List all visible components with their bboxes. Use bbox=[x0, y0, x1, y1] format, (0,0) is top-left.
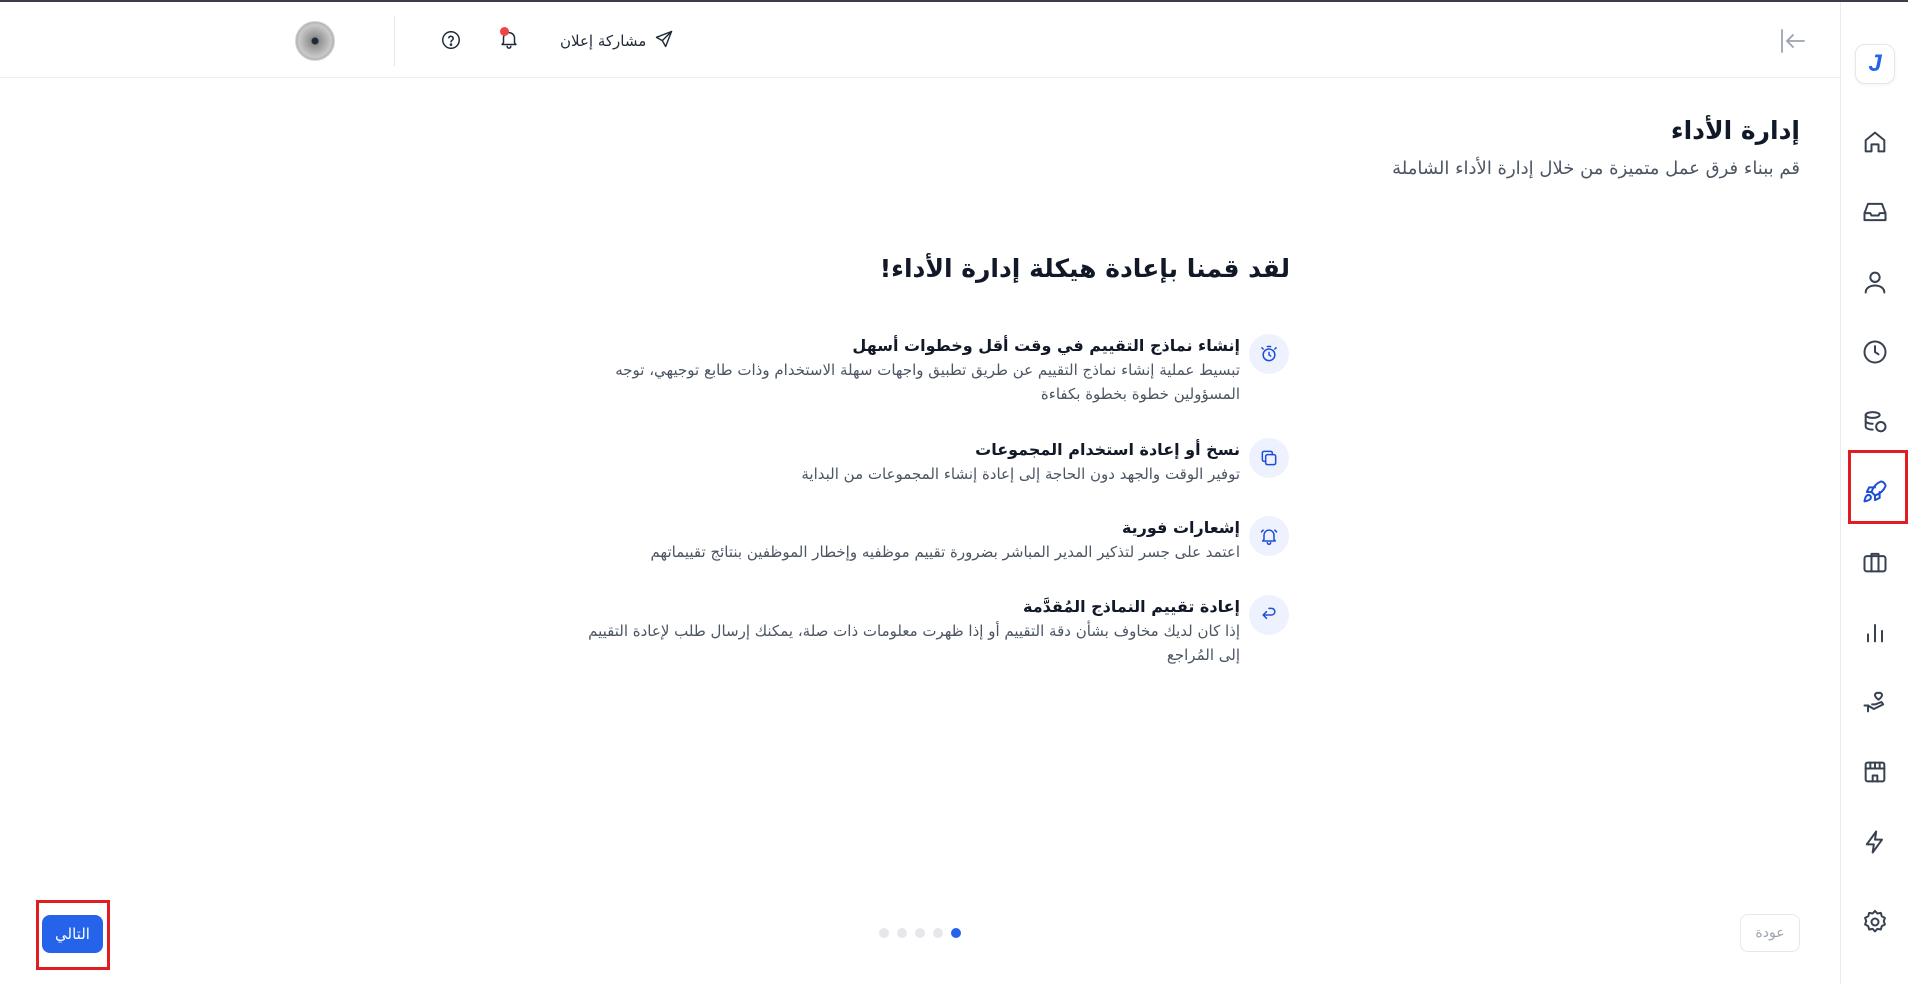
share-announcement-button[interactable]: مشاركة إعلان bbox=[560, 28, 674, 54]
step-dot-active bbox=[951, 928, 961, 938]
feature-title: إشعارات فورية bbox=[1121, 518, 1240, 537]
step-dot bbox=[879, 928, 889, 938]
undo-icon bbox=[1249, 595, 1289, 635]
feature-title: إعادة تقييم النماذج المُقدَّمة bbox=[1022, 597, 1240, 616]
back-button[interactable]: عودة bbox=[1740, 914, 1800, 952]
sidebar: J bbox=[1840, 2, 1908, 984]
page-title: إدارة الأداء bbox=[1670, 116, 1800, 145]
feature-description: إذا كان لديك مخاوف بشأن دقة التقييم أو إ… bbox=[588, 622, 1240, 640]
feature-title: نسخ أو إعادة استخدام المجموعات bbox=[975, 440, 1240, 459]
step-indicator bbox=[879, 928, 961, 938]
home-icon[interactable] bbox=[1857, 124, 1893, 160]
feature-item: نسخ أو إعادة استخدام المجموعات توفير الو… bbox=[480, 438, 1240, 486]
collapse-sidebar-icon[interactable] bbox=[1778, 26, 1808, 56]
notifications-bell-icon[interactable] bbox=[498, 27, 522, 52]
step-dot bbox=[897, 928, 907, 938]
user-icon[interactable] bbox=[1857, 264, 1893, 300]
highlight-box-rocket bbox=[1848, 450, 1908, 524]
help-icon[interactable] bbox=[440, 29, 462, 51]
feature-text: إعادة تقييم النماذج المُقدَّمة إذا كان ل… bbox=[480, 595, 1240, 667]
clock-icon[interactable] bbox=[1857, 334, 1893, 370]
avatar[interactable] bbox=[295, 21, 335, 61]
feature-description: تبسيط عملية إنشاء نماذج التقييم عن طريق … bbox=[615, 361, 1240, 379]
feature-item: إعادة تقييم النماذج المُقدَّمة إذا كان ل… bbox=[480, 595, 1240, 667]
top-bar: مشاركة إعلان bbox=[0, 2, 1840, 78]
bar-chart-icon[interactable] bbox=[1857, 614, 1893, 650]
feature-description: إلى المُراجع bbox=[1166, 646, 1240, 664]
next-button[interactable]: التالي bbox=[42, 915, 103, 953]
app-logo[interactable]: J bbox=[1855, 44, 1895, 84]
send-icon bbox=[654, 29, 674, 53]
timer-icon bbox=[1249, 334, 1289, 374]
feature-description: اعتمد على جسر لتذكير المدير المباشر بضرو… bbox=[650, 543, 1240, 561]
feature-text: نسخ أو إعادة استخدام المجموعات توفير الو… bbox=[480, 438, 1240, 486]
hand-heart-icon[interactable] bbox=[1857, 684, 1893, 720]
feature-description: المسؤولين خطوة بخطوة بكفاءة bbox=[1040, 385, 1240, 403]
coins-icon[interactable] bbox=[1857, 404, 1893, 440]
settings-icon[interactable] bbox=[1857, 904, 1893, 940]
briefcase-icon[interactable] bbox=[1857, 544, 1893, 580]
feature-text: إشعارات فورية اعتمد على جسر لتذكير المدي… bbox=[480, 516, 1240, 564]
copy-icon bbox=[1249, 438, 1289, 478]
bell-ring-icon bbox=[1249, 516, 1289, 556]
feature-description: توفير الوقت والجهد دون الحاجة إلى إعادة … bbox=[801, 465, 1240, 483]
feature-title: إنشاء نماذج التقييم في وقت أقل وخطوات أس… bbox=[852, 336, 1240, 355]
divider bbox=[394, 16, 395, 66]
intro-headline: لقد قمنا بإعادة هيكلة إدارة الأداء! bbox=[879, 254, 1290, 283]
notification-dot bbox=[500, 27, 509, 36]
share-announcement-label: مشاركة إعلان bbox=[560, 32, 647, 50]
page-subtitle: قم ببناء فرق عمل متميزة من خلال إدارة ال… bbox=[1392, 158, 1800, 179]
step-dot bbox=[915, 928, 925, 938]
feature-item: إنشاء نماذج التقييم في وقت أقل وخطوات أس… bbox=[480, 334, 1240, 406]
store-icon[interactable] bbox=[1857, 754, 1893, 790]
inbox-icon[interactable] bbox=[1857, 194, 1893, 230]
feature-item: إشعارات فورية اعتمد على جسر لتذكير المدي… bbox=[480, 516, 1240, 564]
step-dot bbox=[933, 928, 943, 938]
lightning-icon[interactable] bbox=[1857, 824, 1893, 860]
feature-text: إنشاء نماذج التقييم في وقت أقل وخطوات أس… bbox=[480, 334, 1240, 406]
